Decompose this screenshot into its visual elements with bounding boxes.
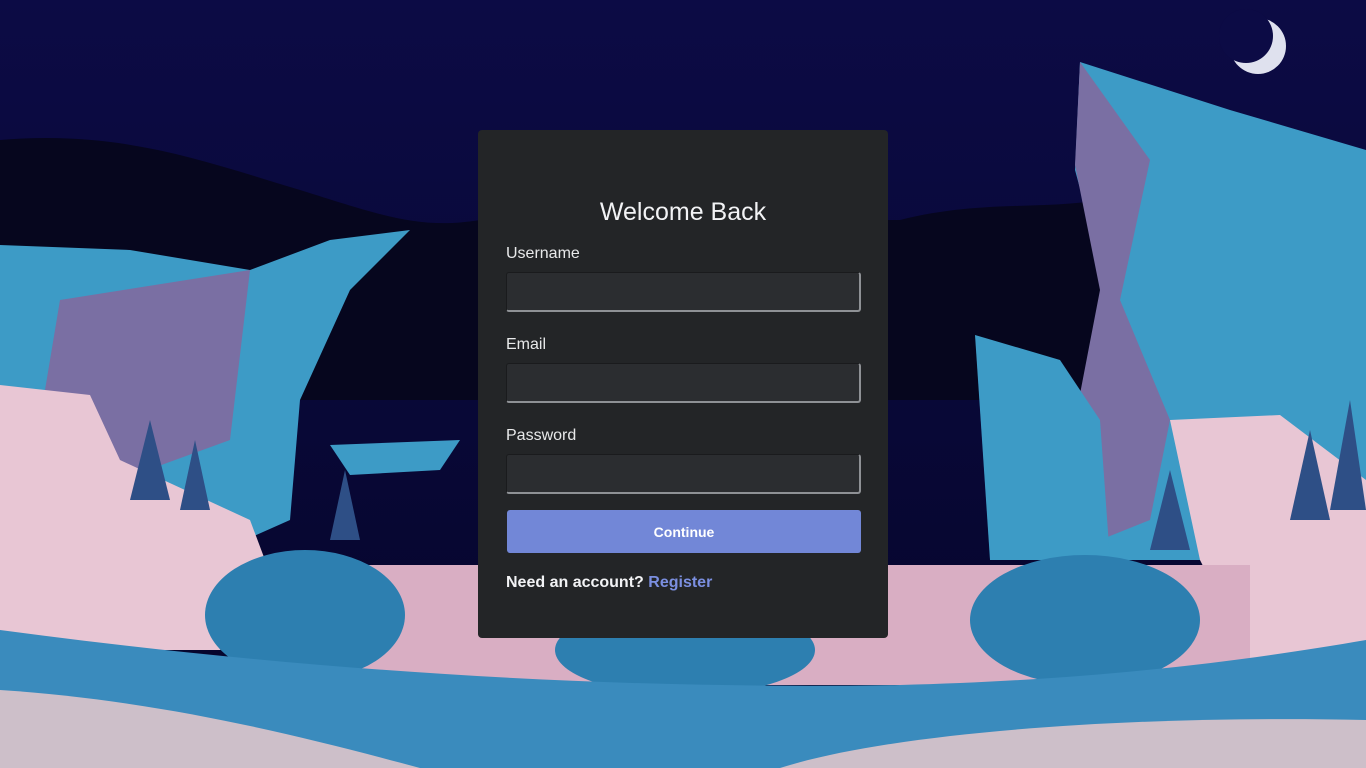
password-input[interactable] [506, 454, 861, 494]
register-link[interactable]: Register [648, 574, 712, 591]
page-title: Welcome Back [599, 198, 767, 226]
username-label: Username [506, 245, 580, 262]
email-input[interactable] [506, 363, 861, 403]
email-label: Email [506, 336, 547, 353]
username-input[interactable] [506, 272, 861, 312]
need-account-text: Need an account? [506, 574, 644, 591]
login-card: Welcome Back Username Email Password Con… [478, 130, 888, 638]
password-label: Password [506, 427, 577, 444]
continue-button[interactable]: Continue [507, 510, 861, 553]
register-prompt: Need an account? Register [506, 573, 860, 593]
